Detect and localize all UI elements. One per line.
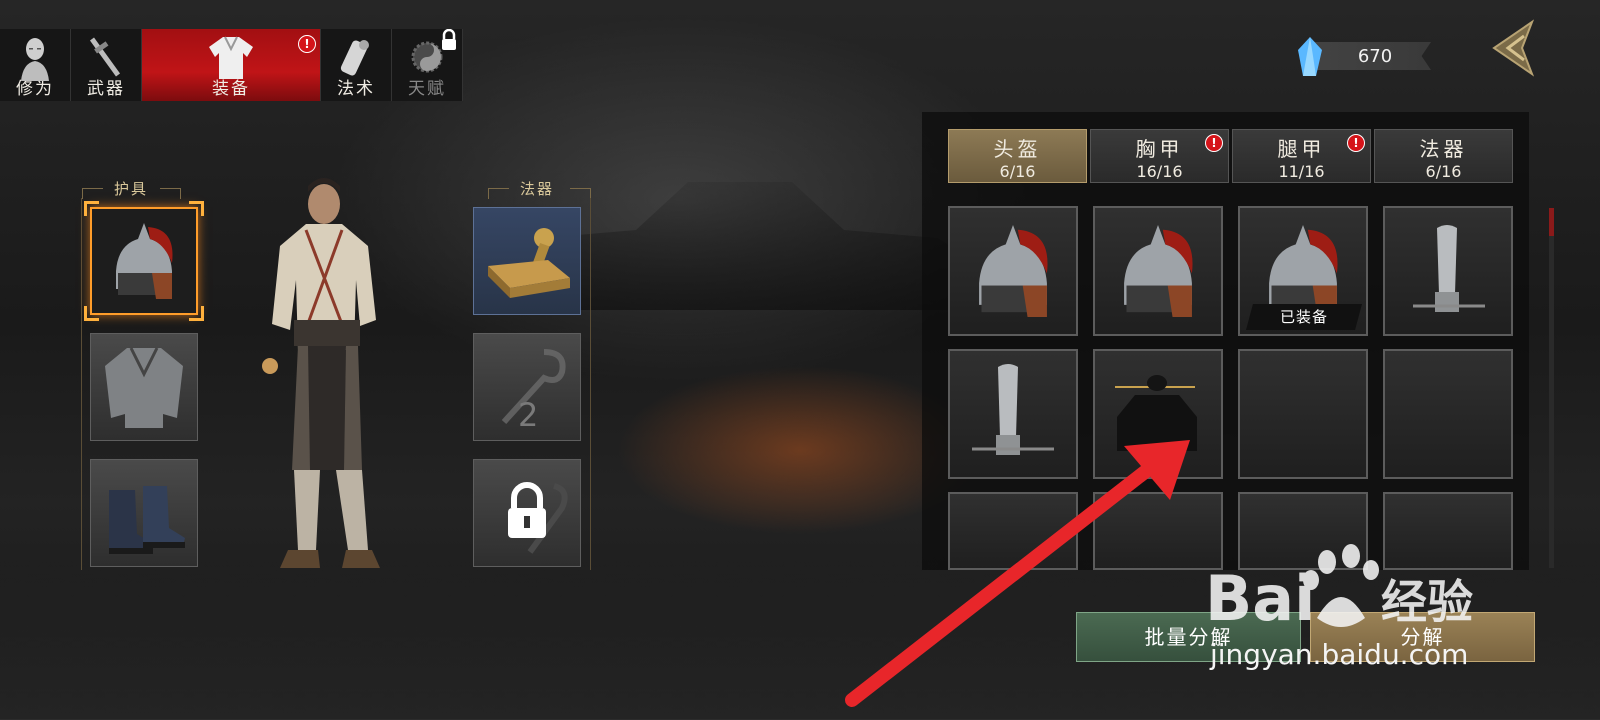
inventory-slot-scholar-cap[interactable] (1093, 349, 1223, 479)
category-tab-chest[interactable]: 胸甲 16/16 ! (1090, 129, 1229, 183)
tall-hat-icon (972, 364, 1054, 455)
tab-weapon[interactable]: 武器 (71, 29, 142, 101)
inventory-scrollbar[interactable] (1549, 208, 1554, 568)
sword-icon (89, 37, 121, 77)
category-count: 6/16 (999, 162, 1036, 181)
artifact-slot-seal[interactable] (473, 207, 581, 315)
armor-frame-left (82, 188, 103, 199)
chest-alert-badge: ! (1205, 134, 1223, 152)
selection-corner (84, 201, 99, 216)
artifact-frame-right (570, 188, 591, 199)
category-tab-artifact[interactable]: 法器 6/16 (1374, 129, 1513, 183)
artifact-frame-left (488, 188, 509, 199)
tab-spell[interactable]: 法术 (321, 29, 392, 101)
legs-alert-badge: ! (1347, 134, 1365, 152)
boots-icon (109, 486, 185, 554)
currency-value: 670 (1357, 46, 1393, 67)
equipment-alert-badge: ! (298, 35, 316, 53)
artifact-slot-3-locked[interactable] (473, 459, 581, 567)
inventory-slot-empty[interactable] (1093, 492, 1223, 570)
artifact-title: 法器 (520, 180, 555, 198)
inventory-slot-empty[interactable] (1238, 349, 1368, 479)
cultivation-figure-icon (21, 38, 49, 81)
blue-crystal-icon (1298, 37, 1322, 76)
inventory-slot-tall-hat[interactable] (948, 349, 1078, 479)
category-count: 16/16 (1136, 162, 1183, 181)
scholar-cap-icon (1115, 375, 1197, 451)
chest-armor-icon (105, 347, 183, 428)
lock-icon (442, 29, 456, 50)
robe-icon (209, 36, 253, 79)
currency-display: 670 (1295, 36, 1435, 76)
inventory-slot-helmet-equipped[interactable]: 已装备 (1238, 206, 1368, 336)
inventory-slot-empty[interactable] (948, 492, 1078, 570)
category-count: 6/16 (1425, 162, 1462, 181)
armor-frame-line (81, 198, 82, 570)
watermark-brand: Bai (1205, 562, 1315, 635)
artifact-frame-line (590, 198, 591, 570)
tab-talent[interactable]: 天赋 (392, 29, 463, 101)
selection-corner (84, 306, 99, 321)
inventory-slot-tall-hat[interactable] (1383, 206, 1513, 336)
inventory-panel: 头盔 6/16 胸甲 16/16 ! 腿甲 11/16 ! 法器 6/16 已装… (922, 112, 1529, 570)
category-name: 法器 (1419, 137, 1468, 161)
slot-number: 2 (518, 396, 538, 434)
category-tab-legs[interactable]: 腿甲 11/16 ! (1232, 129, 1371, 183)
scrollbar-thumb[interactable] (1549, 208, 1554, 236)
helmet-icon (116, 223, 173, 299)
back-arrow-icon[interactable] (1488, 18, 1538, 78)
tab-equipment[interactable]: ! 装备 (142, 29, 321, 101)
category-name: 头盔 (993, 137, 1042, 161)
selection-corner (189, 306, 204, 321)
ruyi-scepter-icon: 2 (501, 349, 566, 434)
lock-icon (508, 482, 568, 554)
armor-slot-helmet[interactable] (84, 201, 204, 321)
tab-cultivation[interactable]: 修为 (0, 29, 71, 101)
equipped-label: 已装备 (1246, 304, 1362, 330)
artifact-slot-2[interactable]: 2 (473, 333, 581, 441)
selection-corner (189, 201, 204, 216)
watermark-url: jingyan.baidu.com (1210, 638, 1469, 671)
seal-stamp-icon (488, 228, 570, 298)
inventory-slot-helmet[interactable] (948, 206, 1078, 336)
scroll-icon (340, 40, 369, 76)
armor-slot-boots[interactable] (90, 459, 198, 567)
character-model (262, 178, 380, 568)
tall-hat-icon (1413, 225, 1485, 312)
armor-slot-chest[interactable] (90, 333, 198, 441)
inventory-slot-empty[interactable] (1383, 349, 1513, 479)
inventory-slot-helmet[interactable] (1093, 206, 1223, 336)
category-count: 11/16 (1278, 162, 1325, 181)
helmet-icon (1124, 224, 1193, 318)
armor-frame-right (160, 188, 181, 199)
armor-title: 护具 (114, 180, 149, 198)
helmet-icon (979, 224, 1048, 318)
top-nav: 修为 武器 ! 装备 法术 天赋 (0, 29, 463, 101)
category-tab-helmet[interactable]: 头盔 6/16 (948, 129, 1087, 183)
watermark-brand2: 经验 (1381, 575, 1473, 629)
